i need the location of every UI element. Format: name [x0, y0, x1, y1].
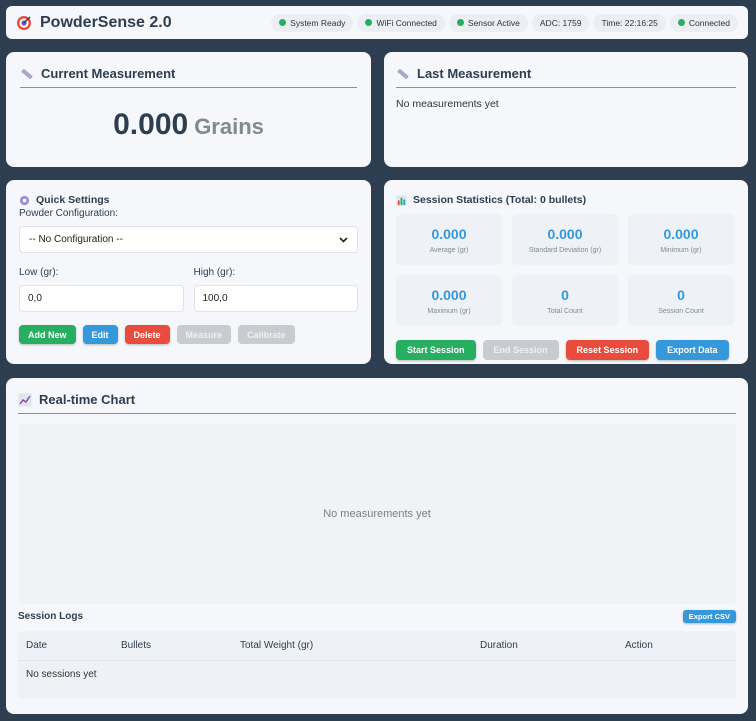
divider	[396, 87, 736, 88]
status-label: Connected	[688, 17, 730, 28]
low-label: Low (gr):	[19, 267, 59, 278]
low-input[interactable]: 0,0	[19, 285, 184, 312]
current-weight-value: 0.000	[113, 108, 189, 141]
divider	[18, 413, 736, 414]
end-session-button[interactable]: End Session	[482, 340, 559, 360]
stat-value: 0	[561, 286, 569, 303]
stat-average: 0.000 Average (gr)	[396, 214, 502, 265]
high-input[interactable]: 100,0	[193, 285, 358, 312]
powder-config-label: Powder Configuration:	[19, 208, 118, 219]
stat-value: 0.000	[663, 225, 699, 242]
column-header: Total Weight (gr)	[240, 640, 314, 651]
stat-total-count: 0 Total Count	[512, 275, 618, 326]
stat-label: Maximum (gr)	[427, 307, 471, 315]
export-data-button[interactable]: Export Data	[656, 340, 729, 360]
column-header: Date	[26, 640, 48, 651]
ruler-icon	[21, 68, 33, 79]
current-weight-unit: Grains	[194, 114, 264, 139]
gear-icon	[19, 195, 30, 205]
stat-std-dev: 0.000 Standard Deviation (gr)	[512, 214, 618, 265]
chart-area: No measurements yet	[18, 424, 736, 604]
measure-button[interactable]: Measure	[176, 325, 232, 344]
app-title: PowderSense 2.0	[40, 13, 172, 31]
stat-minimum: 0.000 Minimum (gr)	[628, 214, 734, 265]
status-label: Sensor Active	[467, 17, 520, 28]
session-statistics-card: Session Statistics (Total: 0 bullets) 0.…	[384, 180, 748, 364]
status-sensor: Sensor Active	[448, 13, 528, 32]
last-measurement-heading: Last Measurement	[396, 66, 736, 81]
target-logo-icon	[17, 15, 31, 30]
current-measurement-heading: Current Measurement	[20, 66, 357, 81]
session-statistics-heading: Session Statistics (Total: 0 bullets)	[396, 194, 736, 206]
status-dot-icon	[365, 19, 373, 26]
status-dot-icon	[279, 19, 287, 26]
session-logs-title: Session Logs	[18, 611, 84, 622]
app-header: PowderSense 2.0 System Ready WiFi Connec…	[6, 6, 748, 39]
current-measurement-title: Current Measurement	[41, 66, 176, 81]
status-label: Time: 22:16:25	[601, 17, 658, 28]
realtime-chart-card: Real-time Chart No measurements yet Sess…	[6, 378, 748, 714]
stat-value: 0.000	[547, 225, 583, 242]
status-label: WiFi Connected	[376, 17, 437, 28]
calibrate-button[interactable]: Calibrate	[238, 325, 295, 344]
reset-session-button[interactable]: Reset Session	[565, 340, 650, 360]
edit-button[interactable]: Edit	[82, 325, 118, 344]
stat-value: 0	[677, 286, 685, 303]
realtime-chart-title: Real-time Chart	[39, 392, 136, 407]
last-measurement-card: Last Measurement No measurements yet	[384, 52, 748, 167]
status-label: ADC: 1759	[539, 17, 582, 28]
status-system-ready: System Ready	[271, 13, 354, 32]
quick-settings-card: Quick Settings Powder Configuration: -- …	[6, 180, 371, 364]
powder-config-selected: -- No Configuration --	[29, 234, 123, 245]
stat-value: 0.000	[431, 286, 467, 303]
status-wifi: WiFi Connected	[357, 13, 445, 32]
status-connection: Connected	[669, 13, 738, 32]
stat-value: 0.000	[431, 225, 467, 242]
session-logs-empty: No sessions yet	[26, 669, 97, 680]
session-statistics-title: Session Statistics (Total: 0 bullets)	[413, 194, 587, 206]
quick-settings-heading: Quick Settings	[19, 194, 358, 206]
last-measurement-title: Last Measurement	[417, 66, 532, 81]
current-measurement-card: Current Measurement 0.000 Grains	[6, 52, 371, 167]
powder-config-select[interactable]: -- No Configuration --	[19, 226, 358, 253]
export-csv-button[interactable]: Export CSV	[682, 610, 736, 623]
status-adc: ADC: 1759	[531, 13, 590, 32]
session-logs-header: Session Logs Export CSV	[18, 610, 736, 623]
stat-session-count: 0 Session Count	[628, 275, 734, 326]
chevron-down-icon	[339, 236, 348, 243]
stat-label: Standard Deviation (gr)	[528, 246, 602, 254]
stat-maximum: 0.000 Maximum (gr)	[396, 275, 502, 326]
stat-label: Minimum (gr)	[660, 246, 702, 254]
session-logs-table: Date Bullets Total Weight (gr) Duration …	[18, 631, 736, 699]
status-dot-icon	[677, 19, 685, 26]
start-session-button[interactable]: Start Session	[396, 340, 476, 360]
column-header: Bullets	[121, 640, 152, 651]
realtime-chart-heading: Real-time Chart	[18, 392, 736, 407]
column-header: Duration	[480, 640, 518, 651]
status-label: System Ready	[290, 17, 346, 28]
stat-label: Total Count	[547, 307, 583, 315]
column-header: Action	[625, 640, 653, 651]
stat-label: Average (gr)	[429, 246, 469, 254]
high-label: High (gr):	[193, 267, 236, 278]
chart-empty-message: No measurements yet	[323, 508, 431, 520]
add-new-button[interactable]: Add New	[19, 325, 76, 344]
ruler-icon	[397, 68, 409, 79]
divider	[20, 87, 357, 88]
line-chart-icon	[18, 393, 32, 406]
status-time: Time: 22:16:25	[593, 13, 666, 32]
stat-label: Session Count	[658, 307, 704, 315]
bar-chart-icon	[396, 194, 407, 206]
current-weight-display: 0.000 Grains	[20, 108, 357, 142]
quick-settings-title: Quick Settings	[36, 194, 110, 206]
delete-button[interactable]: Delete	[124, 325, 170, 344]
table-header-row: Date Bullets Total Weight (gr) Duration …	[18, 631, 736, 661]
stat-grid: 0.000 Average (gr) 0.000 Standard Deviatio…	[396, 214, 736, 326]
status-dot-icon	[456, 19, 464, 26]
last-measurement-empty: No measurements yet	[396, 98, 499, 110]
